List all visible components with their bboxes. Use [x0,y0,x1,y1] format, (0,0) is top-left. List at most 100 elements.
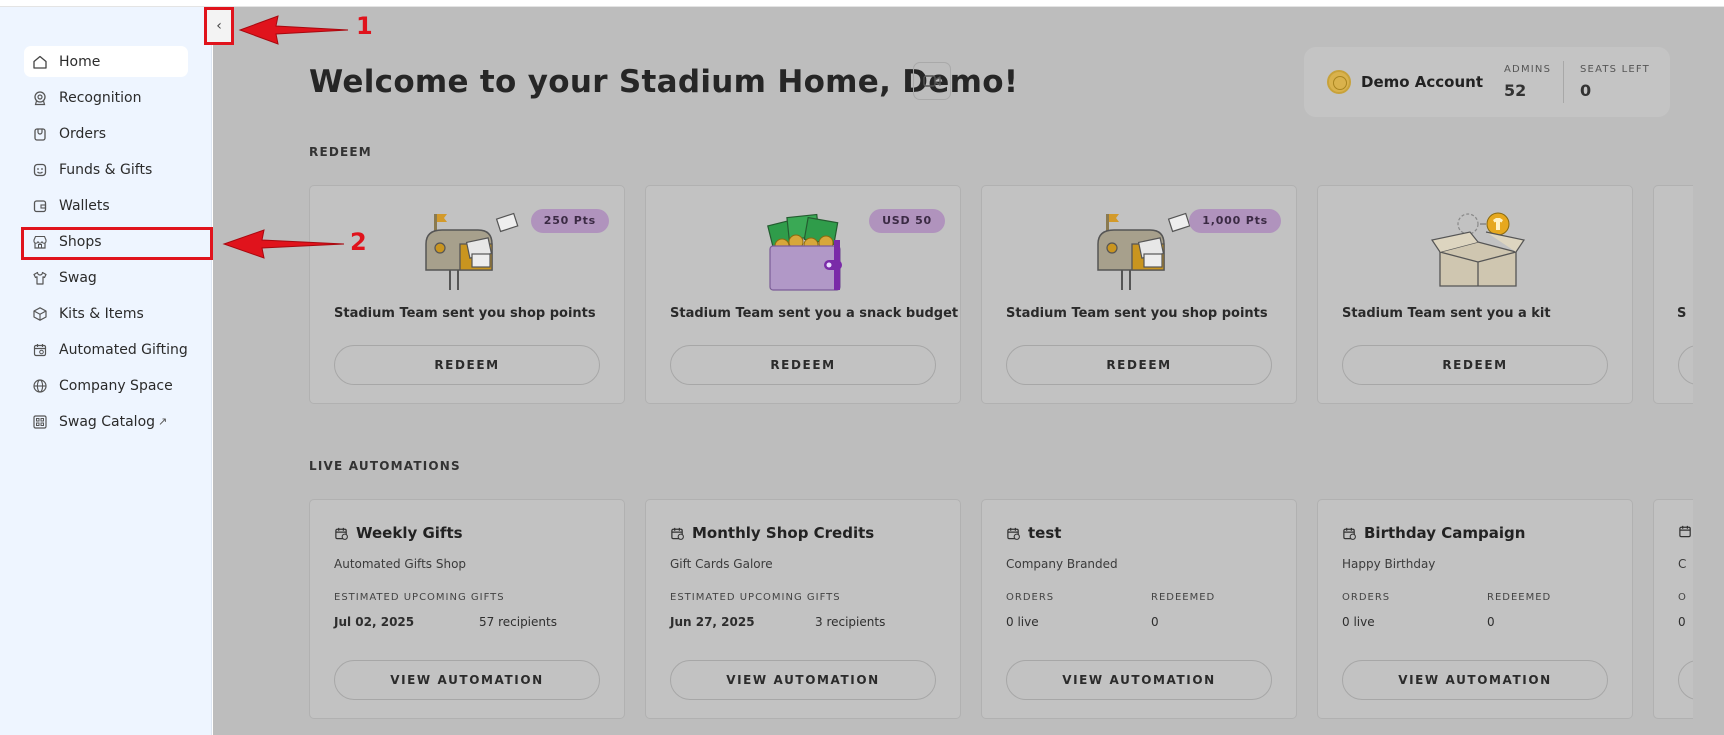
annotation-arrow-1 [238,15,349,45]
view-automation-button[interactable]: VIEW AUTOMATION [670,660,936,700]
calendar-icon [1007,527,1020,540]
redeemed-value: 0 [1151,615,1159,629]
sidebar-item-kits-items[interactable]: Kits & Items [24,298,188,329]
annotation-arrow-2 [222,229,345,259]
view-automation-button[interactable]: VIEW AUTOMATION [334,660,600,700]
orders-label: ORDERS [1342,592,1391,603]
sidebar-item-wallets[interactable]: Wallets [24,190,188,221]
redeem-button[interactable]: REDEEM [1342,345,1608,385]
budget-badge: USD 50 [869,209,945,233]
sidebar-item-label: Swag Catalog [59,413,156,430]
automation-subtitle: Happy Birthday [1342,557,1436,571]
coin-icon [1327,70,1351,94]
automation-subtitle: Company Branded [1006,557,1118,571]
redeem-section-label: REDEEM [309,145,372,159]
video-camera-icon [923,75,941,87]
mailbox-icon [1097,212,1191,290]
page-title: Welcome to your Stadium Home, Demo! [309,64,1019,100]
redeem-card: USD 50 Stadium Team sent you a snack bud… [645,185,961,404]
automation-title-text: Weekly Gifts [356,524,463,542]
points-badge: 250 Pts [530,209,609,233]
automation-card: Monthly Shop Credits Gift Cards Galore E… [645,499,961,719]
estimated-gifts-label: ESTIMATED UPCOMING GIFTS [334,592,505,603]
automation-card: Birthday Campaign Happy Birthday ORDERS … [1317,499,1633,719]
badge-icon [34,90,46,105]
view-automation-button[interactable]: VIEW AUTOMATION [1006,660,1272,700]
automation-title-text: Birthday Campaign [1364,524,1526,542]
automation-subtitle: Automated Gifts Shop [334,557,467,571]
collapse-sidebar-button[interactable]: ‹ [204,7,234,45]
redeem-button[interactable] [1678,345,1693,385]
sidebar-item-home[interactable]: Home [24,46,188,77]
redeemed-label: REDEEMED [1487,592,1552,603]
automation-title-text: Monthly Shop Credits [692,524,875,542]
sidebar-item-swag[interactable]: Swag [24,262,188,293]
gift-icon [33,163,47,176]
automation-title: Birthday Campaign [1342,524,1525,542]
sidebar-item-recognition[interactable]: Recognition [24,82,188,113]
redeem-card-title: S [1677,306,1687,321]
top-border [0,0,1724,7]
orders-label: O [1678,592,1686,603]
sidebar: Home Recognition Orders Funds & Gifts Wa… [0,7,212,735]
globe-icon [33,378,47,393]
automation-title: Weekly Gifts [334,524,463,542]
sidebar-item-label: Swag [59,269,97,286]
orders-value: 0 live [1006,615,1039,629]
automation-card: Weekly Gifts Automated Gifts Shop ESTIMA… [309,499,625,719]
automations-section-label: LIVE AUTOMATIONS [309,459,461,473]
orders-label: ORDERS [1006,592,1055,603]
automation-card: test Company Branded ORDERS REDEEMED 0 l… [981,499,1297,719]
automation-card-partial: C O 0 [1653,499,1693,719]
recipient-count: 57 recipients [479,615,557,629]
sidebar-item-company-space[interactable]: Company Space [24,370,188,401]
sidebar-item-label: Home [59,53,101,70]
redeemed-value: 0 [1487,615,1495,629]
estimated-gifts-label: ESTIMATED UPCOMING GIFTS [670,592,841,603]
automation-title: Monthly Shop Credits [670,524,874,542]
tshirt-icon [33,271,47,285]
calendar-icon [671,527,684,540]
stat-divider [1563,61,1564,103]
redeem-button[interactable]: REDEEM [1006,345,1272,385]
redeem-card: 250 Pts Stadium Team sent you shop point… [309,185,625,404]
orders-value: 0 live [1342,615,1375,629]
sidebar-item-orders[interactable]: Orders [24,118,188,149]
sidebar-item-swag-catalog[interactable]: Swag Catalog ↗ [24,406,188,437]
seats-left-value: 0 [1580,81,1592,100]
sidebar-item-label: Shops [59,233,102,250]
redeem-button[interactable]: REDEEM [670,345,936,385]
admins-label: ADMINS [1504,64,1552,75]
sidebar-item-label: Company Space [59,377,173,394]
sidebar-item-label: Automated Gifting [59,341,188,358]
external-link-icon: ↗ [158,415,168,428]
chevron-left-icon: ‹ [216,18,222,34]
annotation-number-2: 2 [350,228,367,256]
redeemed-label: REDEEMED [1151,592,1216,603]
view-automation-button[interactable] [1678,660,1693,700]
calendar-icon [335,527,348,540]
calendar-icon [1679,525,1691,538]
account-name: Demo Account [1361,73,1484,91]
sidebar-item-shops[interactable]: Shops [24,226,188,257]
calendar-icon [33,343,47,356]
next-gift-date: Jun 27, 2025 [670,615,755,629]
next-gift-date: Jul 02, 2025 [334,615,415,629]
calendar-icon [1343,527,1356,540]
sidebar-item-automated-gifting[interactable]: Automated Gifting [24,334,188,365]
seats-left-label: SEATS LEFT [1580,64,1650,75]
view-automation-button[interactable]: VIEW AUTOMATION [1342,660,1608,700]
sidebar-item-funds-gifts[interactable]: Funds & Gifts [24,154,188,185]
sidebar-item-label: Recognition [59,89,142,106]
redeem-button[interactable]: REDEEM [334,345,600,385]
account-card: Demo Account [1304,47,1670,117]
bag-icon [34,127,46,141]
box-icon [33,306,47,321]
redeem-card-partial: S [1653,185,1693,404]
sidebar-item-label: Funds & Gifts [59,161,153,178]
sidebar-item-label: Orders [59,125,107,142]
video-button[interactable] [913,62,951,100]
redeem-card-title: Stadium Team sent you shop points [1006,306,1268,321]
mailbox-icon [425,212,519,290]
redeem-card: Stadium Team sent you a kit REDEEM [1317,185,1633,404]
